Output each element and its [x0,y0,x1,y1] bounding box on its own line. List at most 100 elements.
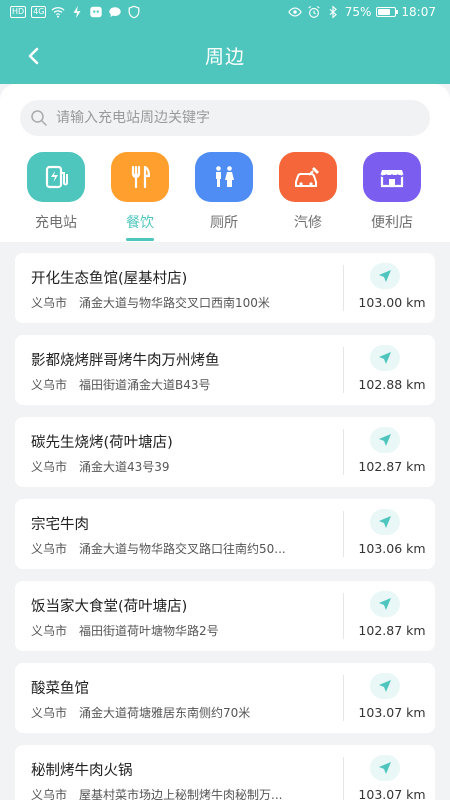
list-item[interactable]: 开化生态鱼馆(屋基村店) 义乌市 涌金大道与物华路交叉口西南100米 103.00… [15,253,435,323]
place-name: 秘制烤牛肉火锅 [31,763,133,779]
charging-station-icon [45,165,68,189]
place-address: 涌金大道43号39 [79,460,170,474]
navigation-arrow-icon [379,270,391,282]
place-distance: 102.88 km [358,377,426,392]
navigate-button[interactable] [370,345,400,371]
navigate-button[interactable] [370,509,400,535]
place-name: 饭当家大食堂(荷叶塘店) [31,599,188,615]
list-item[interactable]: 饭当家大食堂(荷叶塘店) 义乌市 福田街道荷叶塘物华路2号 102.87 km [15,581,435,651]
category-label: 汽修 [294,215,322,231]
place-address-line: 义乌市 福田街道荷叶塘物华路2号 [31,622,219,639]
search-input[interactable] [56,110,416,126]
place-city: 义乌市 [31,542,68,556]
nav-bar: 周边 [0,30,450,80]
place-address-line: 义乌市 涌金大道荷塘雅居东南侧约70米 [31,704,250,721]
place-name: 酸菜鱼馆 [31,681,89,697]
hd-badge: HD [10,6,27,18]
bluetooth-icon [329,5,337,19]
category-label: 充电站 [35,215,77,231]
navigate-button[interactable] [370,591,400,617]
list-item[interactable]: 宗宅牛肉 义乌市 涌金大道与物华路交叉路口往南约50... 103.06 km [15,499,435,569]
place-address-line: 义乌市 福田街道涌金大道B43号 [31,376,211,393]
shield-icon [129,5,140,19]
category-icon-bg [363,152,421,202]
app-notification-icon [90,6,103,18]
category-charging-station[interactable]: 充电站 [14,152,98,242]
search-bar[interactable] [20,100,430,136]
category-convenience-store[interactable]: 便利店 [350,152,434,242]
category-icon-bg [111,152,169,202]
navigation-arrow-icon [379,434,391,446]
list-item[interactable]: 酸菜鱼馆 义乌市 涌金大道荷塘雅居东南侧约70米 103.07 km [15,663,435,733]
place-distance: 103.07 km [358,705,426,720]
battery-percent: 75% [344,5,372,19]
category-food[interactable]: 餐饮 [98,152,182,242]
place-distance: 103.00 km [358,295,426,310]
category-toilet[interactable]: 厕所 [182,152,266,242]
card-divider [343,593,344,639]
category-icon-bg [195,152,253,202]
navigation-arrow-icon [379,680,391,692]
place-city: 义乌市 [31,624,68,638]
place-name: 开化生态鱼馆(屋基村店) [31,271,188,287]
list-item[interactable]: 碳先生烧烤(荷叶塘店) 义乌市 涌金大道43号39 102.87 km [15,417,435,487]
card-divider [343,347,344,393]
place-address: 涌金大道与物华路交叉口西南100米 [79,296,270,310]
filter-panel: 充电站 餐饮 厕所 汽修 便利店 [0,84,450,242]
card-divider [343,429,344,475]
chat-bubble-icon [109,7,122,17]
place-address-line: 义乌市 屋基村菜市场边上秘制烤牛肉秘制万... [31,786,282,800]
battery-icon [376,7,399,17]
battery-fill [378,9,391,15]
category-label: 厕所 [210,215,238,231]
place-city: 义乌市 [31,706,68,720]
category-car-repair[interactable]: 汽修 [266,152,350,242]
charging-bolt-icon [73,5,81,19]
navigation-arrow-icon [379,352,391,364]
place-address-line: 义乌市 涌金大道43号39 [31,458,170,475]
place-address: 福田街道涌金大道B43号 [79,378,211,392]
status-right: 75% 18:07 [287,5,436,19]
eye-icon [287,7,302,17]
store-icon [379,170,405,188]
place-list: 开化生态鱼馆(屋基村店) 义乌市 涌金大道与物华路交叉口西南100米 103.00… [15,253,435,800]
place-distance: 102.87 km [358,459,426,474]
status-bar: HD 4G 75% 18:07 [0,0,450,26]
category-label: 餐饮 [126,215,154,231]
place-city: 义乌市 [31,788,68,800]
navigate-button[interactable] [370,673,400,699]
wifi-icon [51,7,66,18]
place-address: 屋基村菜市场边上秘制烤牛肉秘制万... [79,788,283,800]
clock: 18:07 [401,5,436,19]
card-divider [343,757,344,800]
network-badge: 4G [31,6,47,18]
list-item[interactable]: 秘制烤牛肉火锅 义乌市 屋基村菜市场边上秘制烤牛肉秘制万... 103.07 km [15,745,435,800]
navigation-arrow-icon [379,516,391,528]
alarm-icon [308,6,320,18]
place-address-line: 义乌市 涌金大道与物华路交叉口西南100米 [31,294,270,311]
car-repair-icon [295,167,319,187]
navigate-button[interactable] [370,263,400,289]
place-name: 宗宅牛肉 [31,517,89,533]
category-label: 便利店 [371,215,413,231]
navigate-button[interactable] [370,427,400,453]
card-divider [343,511,344,557]
place-distance: 103.06 km [358,541,426,556]
place-address: 涌金大道荷塘雅居东南侧约70米 [79,706,251,720]
place-name: 碳先生烧烤(荷叶塘店) [31,435,173,451]
place-distance: 102.87 km [358,623,426,638]
list-item[interactable]: 影都烧烤胖哥烤牛肉万州烤鱼 义乌市 福田街道涌金大道B43号 102.88 km [15,335,435,405]
search-icon [31,110,47,126]
toilet-icon [216,166,234,187]
place-distance: 103.07 km [358,787,426,800]
card-divider [343,265,344,311]
navigate-button[interactable] [370,755,400,781]
navigation-arrow-icon [379,762,391,774]
category-tabs: 充电站 餐饮 厕所 汽修 便利店 [0,152,450,242]
page-title: 周边 [204,46,245,68]
card-divider [343,675,344,721]
fork-knife-icon [131,165,151,189]
place-name: 影都烧烤胖哥烤牛肉万州烤鱼 [31,353,220,369]
category-icon-bg [27,152,85,202]
category-icon-bg [279,152,337,202]
